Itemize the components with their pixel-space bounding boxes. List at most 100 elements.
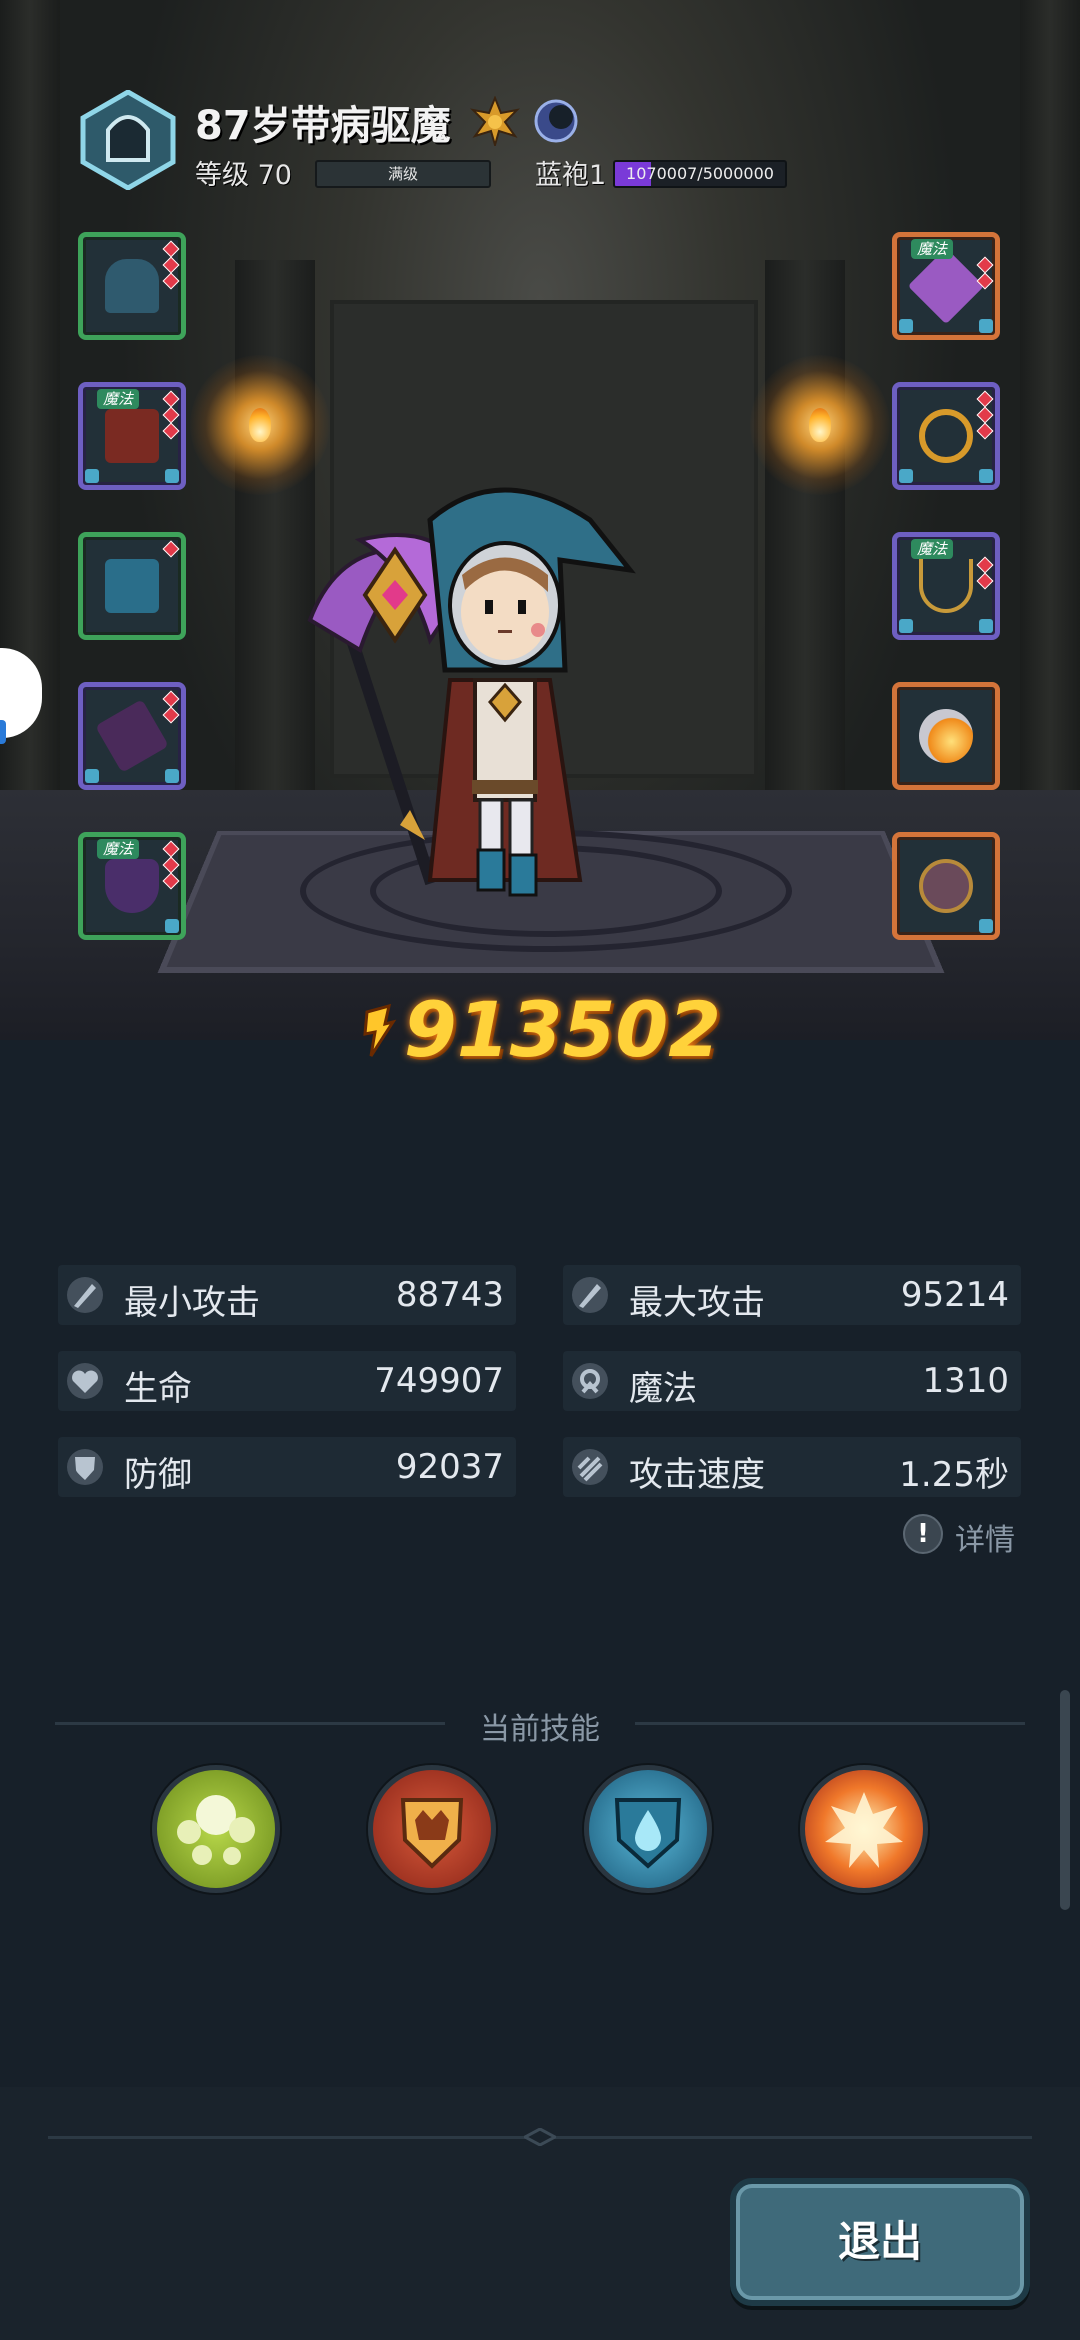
power-icon xyxy=(363,1003,397,1057)
combat-power: 913502 xyxy=(0,985,1080,1075)
scrollbar[interactable] xyxy=(1060,1690,1070,1910)
torch-left-icon xyxy=(249,408,271,442)
fire-skill-icon xyxy=(919,709,973,763)
gem-icon xyxy=(162,840,180,858)
stat-defense: 防御 92037 xyxy=(58,1437,516,1497)
stat-value: 88743 xyxy=(395,1275,504,1315)
water-shield-skill-icon xyxy=(614,1798,682,1869)
skills-title: 当前技能 xyxy=(480,1712,600,1747)
stat-value: 749907 xyxy=(374,1361,504,1401)
gem-icon xyxy=(162,406,180,424)
magic-icon xyxy=(572,1363,608,1399)
stat-label: 最小攻击 xyxy=(124,1283,260,1323)
right-wall-pillar xyxy=(1020,0,1080,800)
stat-value: 1.25秒 xyxy=(899,1455,1009,1495)
divider-ornament-icon xyxy=(524,2128,556,2146)
stat-magic: 魔法 1310 xyxy=(563,1351,1021,1411)
corner-gem-icon xyxy=(165,469,179,483)
crown-shield-skill-icon xyxy=(400,1798,464,1869)
level-progress-bar: 满级 xyxy=(315,160,491,188)
corner-gem-icon xyxy=(979,469,993,483)
shield-icon xyxy=(67,1449,103,1485)
corner-gem-icon xyxy=(85,769,99,783)
corner-gem-icon xyxy=(899,619,913,633)
hood-icon xyxy=(105,259,159,313)
gem-icon xyxy=(162,856,180,874)
explosion-skill-icon xyxy=(825,1792,903,1868)
class-emblem-icon[interactable] xyxy=(78,90,178,190)
gem-icon xyxy=(976,406,994,424)
stat-label: 防御 xyxy=(124,1455,192,1495)
pet-icon xyxy=(919,859,973,913)
equip-slot-skill[interactable] xyxy=(892,682,1000,790)
hero-body xyxy=(427,678,583,897)
rank-progress-bar: 1070007/5000000 xyxy=(613,160,787,188)
stat-attack-speed: 攻击速度 1.25秒 xyxy=(563,1437,1021,1497)
player-level: 等级 70 xyxy=(195,160,292,191)
stat-health: 生命 749907 xyxy=(58,1351,516,1411)
equip-slot-gloves[interactable] xyxy=(78,682,186,790)
stat-label: 魔法 xyxy=(629,1369,697,1409)
equip-slot-cloak[interactable]: 魔法 xyxy=(78,832,186,940)
equip-slot-weapon[interactable]: 魔法 xyxy=(892,232,1000,340)
stat-max-attack: 最大攻击 95214 xyxy=(563,1265,1021,1325)
necklace-icon xyxy=(919,559,973,613)
gem-icon xyxy=(162,422,180,440)
magic-tag: 魔法 xyxy=(911,239,954,259)
hero-head xyxy=(427,487,636,673)
skill-slot-1[interactable] xyxy=(152,1765,280,1893)
level-bar-label: 满级 xyxy=(387,165,418,183)
gem-icon xyxy=(162,872,180,890)
player-name: 87岁带病驱魔 xyxy=(195,103,451,149)
speed-icon xyxy=(572,1449,608,1485)
corner-gem-icon xyxy=(899,319,913,333)
player-rank: 蓝袍1 xyxy=(535,160,607,191)
stat-value: 95214 xyxy=(900,1275,1009,1315)
corner-gem-icon xyxy=(979,919,993,933)
corner-gem-icon xyxy=(85,469,99,483)
exit-button[interactable]: 退出 xyxy=(730,2178,1030,2306)
corner-gem-icon xyxy=(165,769,179,783)
gem-icon xyxy=(162,540,180,558)
gem-icon xyxy=(162,690,180,708)
stat-value: 1310 xyxy=(922,1361,1009,1401)
stat-label: 生命 xyxy=(124,1369,192,1409)
sword-icon xyxy=(67,1277,103,1313)
poison-orb-skill-icon xyxy=(177,1795,255,1865)
magic-tag: 魔法 xyxy=(97,389,140,409)
skill-slot-2[interactable] xyxy=(368,1765,496,1893)
equip-slot-ring[interactable] xyxy=(892,382,1000,490)
gem-icon xyxy=(162,240,180,258)
staff-icon xyxy=(907,247,985,325)
gem-icon xyxy=(162,706,180,724)
info-icon: ! xyxy=(903,1514,943,1554)
corner-gem-icon xyxy=(899,469,913,483)
heart-icon xyxy=(67,1363,103,1399)
equip-slot-armor[interactable]: 魔法 xyxy=(78,382,186,490)
leggings-icon xyxy=(105,559,159,613)
gem-icon xyxy=(162,272,180,290)
sword-icon xyxy=(572,1277,608,1313)
gem-icon xyxy=(976,556,994,574)
fast-forward-icon: » xyxy=(0,720,6,744)
gloves-icon xyxy=(95,699,169,773)
hero-character xyxy=(307,487,636,897)
moon-badge-icon[interactable] xyxy=(533,98,579,144)
inner-pillar-right xyxy=(765,260,845,800)
gem-icon xyxy=(976,256,994,274)
equip-slot-helmet[interactable] xyxy=(78,232,186,340)
magic-tag: 魔法 xyxy=(911,539,954,559)
gem-icon xyxy=(976,390,994,408)
robe-icon xyxy=(105,409,159,463)
corner-gem-icon xyxy=(165,919,179,933)
exit-button-label: 退出 xyxy=(837,2217,922,2266)
rank-progress-text: 1070007/5000000 xyxy=(626,164,774,183)
equip-slot-pet[interactable] xyxy=(892,832,1000,940)
corner-gem-icon xyxy=(979,619,993,633)
skill-slot-3[interactable] xyxy=(584,1765,712,1893)
equip-slot-necklace[interactable]: 魔法 xyxy=(892,532,1000,640)
sun-badge-icon[interactable] xyxy=(470,96,520,146)
equip-slot-pants[interactable] xyxy=(78,532,186,640)
skill-slot-4[interactable] xyxy=(800,1765,928,1893)
ring-icon xyxy=(919,409,973,463)
